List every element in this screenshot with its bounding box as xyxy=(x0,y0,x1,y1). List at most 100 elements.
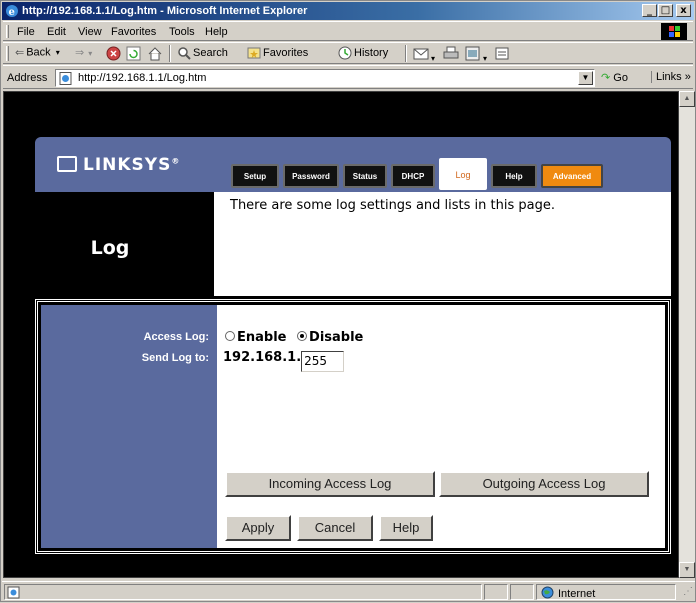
print-icon xyxy=(443,46,459,59)
menu-edit[interactable]: Edit xyxy=(47,26,66,38)
tab-log[interactable]: Log xyxy=(439,158,487,190)
description-panel: There are some log settings and lists in… xyxy=(214,192,671,296)
favorites-button[interactable]: Favorites xyxy=(247,46,308,60)
linksys-logo-text: LINKSYS xyxy=(83,155,172,175)
send-log-label: Send Log to: xyxy=(141,352,209,364)
status-bar: Internet ⋰ xyxy=(2,581,695,601)
disable-option[interactable]: Disable xyxy=(297,330,363,345)
standard-toolbar: ⇐Back▾ ⇒▾ Search Favorites History ▾ xyxy=(3,42,693,64)
window-title: http://192.168.1.1/Log.htm - Microsoft I… xyxy=(22,5,308,17)
status-text-cell xyxy=(4,584,482,600)
tab-dhcp[interactable]: DHCP xyxy=(391,164,435,188)
settings-form: Enable Disable 192.168.1. 255 Incoming Ac… xyxy=(217,305,665,548)
browser-window: e http://192.168.1.1/Log.htm - Microsoft… xyxy=(0,0,696,602)
address-label: Address xyxy=(7,72,48,84)
back-label: Back xyxy=(26,46,51,59)
page-description: There are some log settings and lists in… xyxy=(230,198,555,213)
disable-label: Disable xyxy=(309,330,364,345)
history-label: History xyxy=(354,46,389,59)
disable-radio[interactable] xyxy=(297,331,308,341)
tab-password[interactable]: Password xyxy=(283,164,339,188)
enable-option[interactable]: Enable xyxy=(225,330,287,345)
outgoing-access-log-button[interactable]: Outgoing Access Log xyxy=(439,471,649,497)
internet-explorer-icon: e xyxy=(6,5,18,18)
linksys-logo: LINKSYS® xyxy=(57,155,180,175)
home-button[interactable] xyxy=(147,46,163,64)
tab-help[interactable]: Help xyxy=(491,164,537,188)
print-button[interactable] xyxy=(443,46,459,64)
settings-frame: Access Log: Send Log to: Enable Disable … xyxy=(35,299,671,554)
menu-view[interactable]: View xyxy=(78,26,102,38)
settings-labels-panel: Access Log: Send Log to: xyxy=(41,305,217,548)
page-icon xyxy=(59,72,72,85)
history-button[interactable]: History xyxy=(338,46,388,60)
page-title: Log xyxy=(90,237,130,259)
scroll-up-icon[interactable]: ▲ xyxy=(679,91,695,107)
ip-prefix: 192.168.1. xyxy=(223,350,302,365)
vertical-scrollbar[interactable]: ▲ ▼ xyxy=(679,91,695,578)
forward-button[interactable]: ⇒ ▾ xyxy=(75,46,92,59)
menu-file[interactable]: File xyxy=(17,26,35,38)
back-button[interactable]: ⇐ Back ▾ xyxy=(15,46,60,59)
scroll-down-icon[interactable]: ▼ xyxy=(679,562,695,578)
discuss-button[interactable] xyxy=(495,46,509,64)
go-button[interactable]: ↷ Go xyxy=(601,71,628,84)
help-button[interactable]: Help xyxy=(379,515,433,541)
incoming-access-log-button[interactable]: Incoming Access Log xyxy=(225,471,435,497)
tab-setup[interactable]: Setup xyxy=(231,164,279,188)
apply-button[interactable]: Apply xyxy=(225,515,291,541)
svg-text:e: e xyxy=(9,7,15,18)
address-dropdown-icon[interactable]: ▼ xyxy=(578,71,593,85)
edit-icon xyxy=(465,46,480,61)
linksys-logo-icon xyxy=(57,156,77,172)
access-log-label: Access Log: xyxy=(143,331,209,343)
mail-icon xyxy=(413,48,429,60)
resize-grip-icon[interactable]: ⋰ xyxy=(683,586,693,597)
toolbar-grip[interactable] xyxy=(6,46,9,61)
address-url: http://192.168.1.1/Log.htm xyxy=(78,72,207,84)
send-log-ip: 192.168.1. 255 xyxy=(223,350,345,372)
zone-label: Internet xyxy=(558,588,596,600)
menu-favorites[interactable]: Favorites xyxy=(111,26,156,38)
menu-tools[interactable]: Tools xyxy=(169,26,195,38)
access-log-options: Enable Disable xyxy=(225,330,363,345)
close-button[interactable]: x xyxy=(676,4,691,17)
links-button[interactable]: Links » xyxy=(651,71,691,83)
mail-button[interactable]: ▾ xyxy=(413,46,435,64)
search-label: Search xyxy=(193,46,228,59)
search-button[interactable]: Search xyxy=(177,46,228,60)
refresh-button[interactable] xyxy=(126,46,141,64)
page-viewport: LINKSYS® Setup Password Status DHCP Log … xyxy=(3,91,679,578)
maximize-button[interactable]: □ xyxy=(658,4,673,17)
ip-last-octet-input[interactable]: 255 xyxy=(301,351,345,372)
tab-status[interactable]: Status xyxy=(343,164,387,188)
done-page-icon xyxy=(7,586,20,599)
menu-bar: File Edit View Favorites Tools Help xyxy=(3,21,693,41)
title-bar[interactable]: e http://192.168.1.1/Log.htm - Microsoft… xyxy=(2,2,694,20)
back-arrow-icon: ⇐ xyxy=(15,47,25,59)
history-icon xyxy=(338,46,352,60)
enable-radio[interactable] xyxy=(225,331,235,341)
refresh-icon xyxy=(126,46,141,61)
enable-label: Enable xyxy=(237,330,287,345)
address-bar: Address http://192.168.1.1/Log.htm ▼ ↷ G… xyxy=(3,65,693,89)
forward-arrow-icon: ⇒ xyxy=(75,47,85,59)
zone-cell: Internet xyxy=(536,584,676,600)
edit-button[interactable]: ▾ xyxy=(465,46,487,64)
menu-help[interactable]: Help xyxy=(205,26,228,38)
cancel-button[interactable]: Cancel xyxy=(297,515,373,541)
menu-grip[interactable] xyxy=(6,25,9,38)
page-title-panel: Log xyxy=(6,192,214,296)
globe-icon xyxy=(541,586,554,599)
discuss-icon xyxy=(495,47,509,60)
go-label: Go xyxy=(613,72,628,84)
go-arrow-icon: ↷ xyxy=(601,72,611,84)
stop-button[interactable] xyxy=(106,46,121,64)
favorites-label: Favorites xyxy=(263,46,309,59)
windows-logo-icon xyxy=(661,23,687,40)
minimize-button[interactable]: _ xyxy=(642,4,657,17)
favorites-icon xyxy=(247,47,261,59)
linksys-header: LINKSYS® Setup Password Status DHCP Log … xyxy=(35,137,671,192)
tab-advanced[interactable]: Advanced xyxy=(541,164,603,188)
address-input[interactable]: http://192.168.1.1/Log.htm ▼ xyxy=(55,69,595,87)
